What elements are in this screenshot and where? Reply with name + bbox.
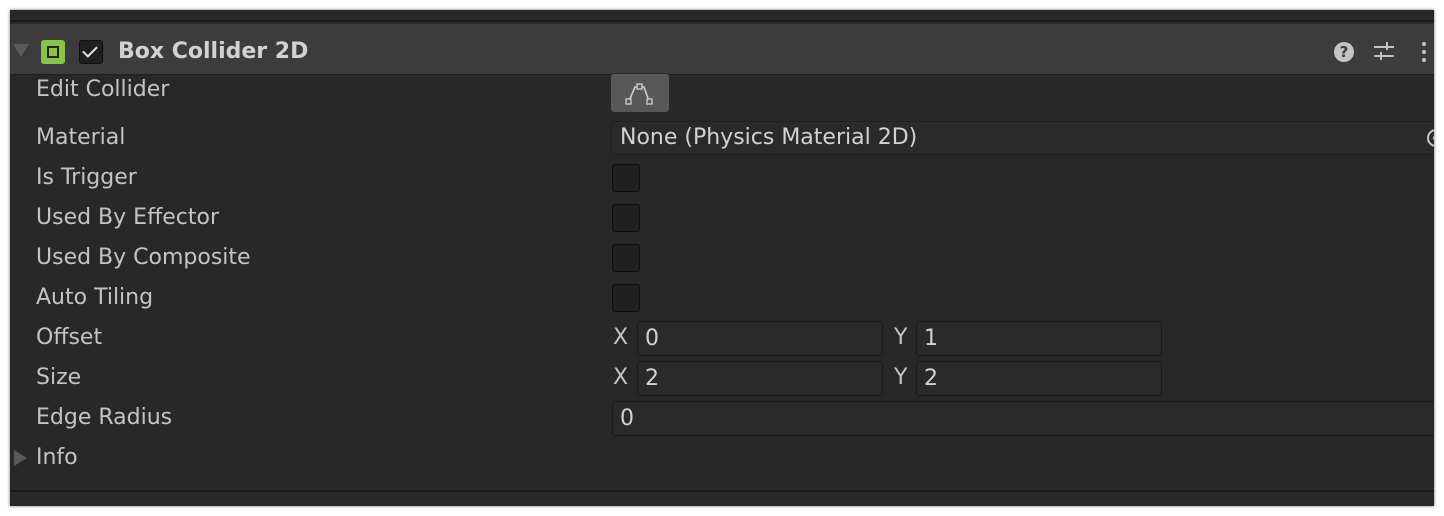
size-x-field[interactable]: 2 <box>637 361 883 396</box>
material-label: Material <box>36 125 126 150</box>
size-y-label[interactable]: Y <box>894 365 907 390</box>
auto-tiling-checkbox[interactable] <box>612 284 640 312</box>
material-field[interactable]: None (Physics Material 2D) <box>611 121 1434 155</box>
component-header[interactable]: Box Collider 2D ? <box>10 24 1434 75</box>
used-by-effector-checkbox[interactable] <box>612 204 640 232</box>
presets-button[interactable] <box>1372 40 1396 64</box>
help-icon: ? <box>1334 42 1354 62</box>
info-foldout-label[interactable]: Info <box>36 445 78 470</box>
offset-y-field[interactable]: 1 <box>916 321 1162 356</box>
context-menu-button[interactable] <box>1412 40 1434 64</box>
used-by-effector-label: Used By Effector <box>36 205 219 230</box>
offset-x-field[interactable]: 0 <box>637 321 883 356</box>
box-collider-2d-icon <box>41 40 65 64</box>
is-trigger-label: Is Trigger <box>36 165 137 190</box>
edge-radius-field[interactable]: 0 <box>612 401 1434 436</box>
edit-collider-icon <box>625 83 653 105</box>
offset-x-label[interactable]: X <box>613 325 628 350</box>
inspector-panel: Box Collider 2D ? Edit Collider Material… <box>10 10 1434 506</box>
material-value: None (Physics Material 2D) <box>620 125 918 150</box>
component-title: Box Collider 2D <box>118 39 309 64</box>
is-trigger-checkbox[interactable] <box>612 164 640 192</box>
edge-radius-label: Edge Radius <box>36 405 173 430</box>
info-foldout-arrow-icon[interactable] <box>14 450 27 466</box>
size-label: Size <box>36 365 82 390</box>
size-x-label[interactable]: X <box>613 365 628 390</box>
edit-collider-label: Edit Collider <box>36 77 170 102</box>
used-by-composite-label: Used By Composite <box>36 245 251 270</box>
offset-label: Offset <box>36 325 103 350</box>
edit-collider-button[interactable] <box>610 73 670 113</box>
divider <box>10 490 1434 492</box>
object-picker-icon[interactable] <box>1427 129 1434 147</box>
used-by-composite-checkbox[interactable] <box>612 244 640 272</box>
size-y-field[interactable]: 2 <box>916 361 1162 396</box>
foldout-arrow-icon[interactable] <box>13 44 29 57</box>
offset-y-label[interactable]: Y <box>894 325 907 350</box>
divider <box>10 20 1434 22</box>
auto-tiling-label: Auto Tiling <box>36 285 154 310</box>
help-button[interactable]: ? <box>1332 40 1356 64</box>
component-enabled-checkbox[interactable] <box>79 40 103 64</box>
